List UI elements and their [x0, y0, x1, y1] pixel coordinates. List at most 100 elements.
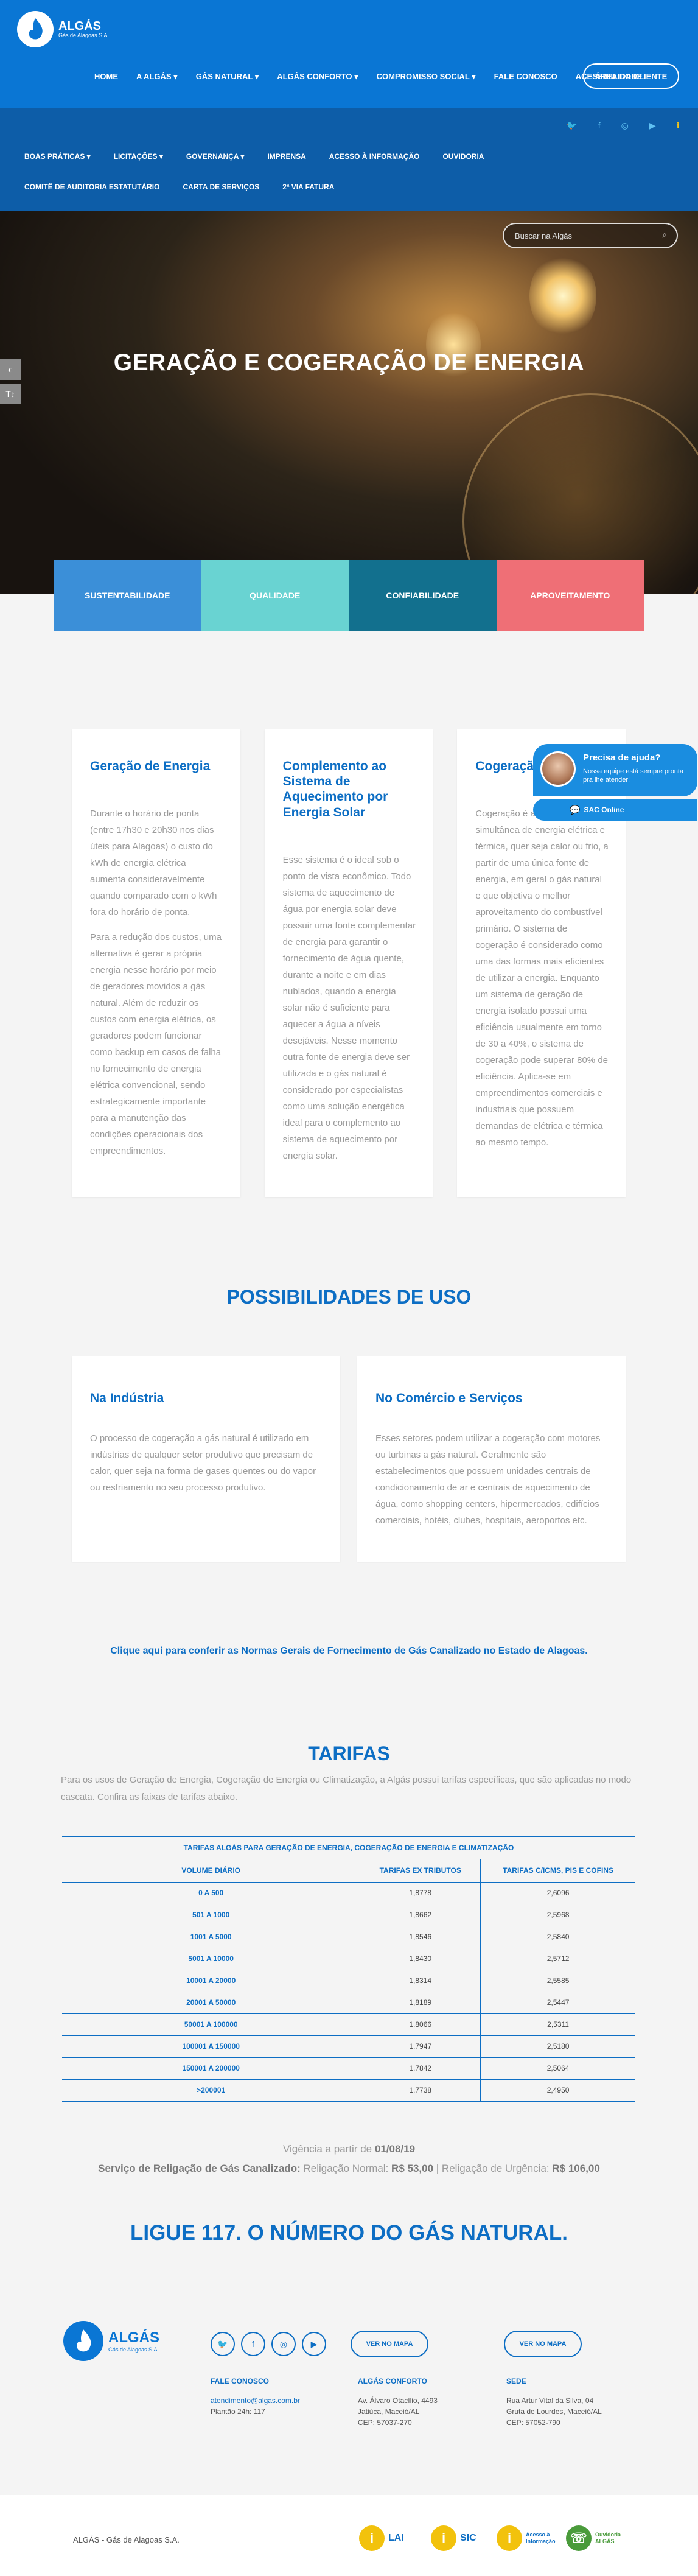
nav-compromisso-social[interactable]: COMPROMISSO SOCIAL ▾ [368, 72, 485, 82]
volume-cell: 150001 A 200000 [62, 2057, 360, 2079]
facebook-icon[interactable]: f [598, 121, 601, 131]
volume-cell: 20001 A 50000 [62, 1991, 360, 2013]
nav-comite-auditoria[interactable]: COMITÊ DE AUDITORIA ESTATUTÁRIO [24, 183, 183, 191]
reconnection-label: Serviço de Religação de Gás Canalizado: [98, 2163, 301, 2174]
tariffs-intro: Para os usos de Geração de Energia, Coge… [61, 1775, 632, 1802]
pillar-confiabilidade: CONFIABILIDADE [349, 560, 497, 631]
sac-online-button[interactable]: 💬 SAC Online [533, 799, 697, 821]
map-button-sede[interactable]: VER NO MAPA [504, 2331, 582, 2357]
tariff-cell: 2,5712 [480, 1947, 635, 1970]
brand-logo[interactable]: ALGÁS Gás de Alagoas S.A. [17, 11, 109, 47]
main-nav: HOME A ALGÁS ▾ GÁS NATURAL ▾ ALGÁS CONFO… [85, 72, 651, 82]
table-row: 5001 A 10000 1,8430 2,5712 [62, 1947, 635, 1970]
card-paragraph: Cogeração é a produção simultânea de ene… [475, 809, 609, 1148]
nav-boas-praticas[interactable]: BOAS PRÁTICAS ▾ [24, 152, 114, 161]
acesso-label: Acesso à Informação [526, 2532, 556, 2544]
address-line: Av. Álvaro Otacílio, 4493 [358, 2396, 438, 2405]
bottom-bar: ALGÁS - Gás de Alagoas S.A. i LAI i SIC iA… [0, 2495, 698, 2576]
copyright: ALGÁS - Gás de Alagoas S.A. [73, 2535, 180, 2544]
search-icon[interactable]: ⌕ [662, 230, 667, 240]
tariff-cell: 1,8314 [360, 1969, 481, 1992]
tariff-cell: 2,5311 [480, 2013, 635, 2035]
nav-a-algas[interactable]: A ALGÁS ▾ [127, 72, 187, 82]
secondary-nav: BOAS PRÁTICAS ▾ LICITAÇÕES ▾ GOVERNANÇA … [24, 152, 657, 191]
contact-email[interactable]: atendimento@algas.com.br [211, 2395, 332, 2406]
validity-date: 01/08/19 [374, 2143, 416, 2155]
ligue-117-banner: LIGUE 117. O NÚMERO DO GÁS NATURAL. [0, 2221, 698, 2245]
card-title: No Comércio e Serviços [375, 1391, 523, 1405]
nav-gas-natural[interactable]: GÁS NATURAL ▾ [187, 72, 268, 82]
search-input[interactable]: Buscar na Algás ⌕ [503, 223, 678, 248]
tariff-cell: 1,8778 [360, 1881, 481, 1904]
address-line: Jatiúca, Maceió/AL [358, 2407, 420, 2416]
card-title: Complemento ao Sistema de Aquecimento po… [282, 759, 388, 819]
nav-algas-conforto[interactable]: ALGÁS CONFORTO ▾ [268, 72, 367, 82]
facebook-icon[interactable]: f [241, 2332, 265, 2356]
reconnection-text: Serviço de Religação de Gás Canalizado: … [0, 2163, 698, 2175]
ouvidoria-icon: ☏ [566, 2525, 592, 2551]
lai-label: LAI [388, 2533, 404, 2543]
tariff-cell: 2,5180 [480, 2035, 635, 2057]
footer-sede: SEDE Rua Artur Vital da Silva, 04 Gruta … [506, 2376, 628, 2428]
tariff-cell: 1,8066 [360, 2013, 481, 2035]
volume-cell: 100001 A 150000 [62, 2035, 360, 2057]
volume-cell: 501 A 1000 [62, 1903, 360, 1926]
lai-badge[interactable]: i LAI [359, 2525, 404, 2551]
footer-logo[interactable]: ALGÁS Gás de Alagoas S.A. [63, 2321, 159, 2361]
tariff-cell: 2,5447 [480, 1991, 635, 2013]
twitter-icon[interactable]: 🐦 [211, 2332, 235, 2356]
sac-label: SAC Online [584, 805, 624, 814]
nav-acesso-informacao[interactable]: ACESSO À INFORMAÇÃO [329, 152, 443, 161]
card-paragraph: Esses setores podem utilizar a cogeração… [375, 1433, 601, 1526]
nav-fale-conosco[interactable]: FALE CONOSCO [485, 72, 567, 82]
font-size-icon[interactable]: T↕ [0, 384, 21, 404]
tariff-cell: 2,5585 [480, 1969, 635, 1992]
youtube-icon[interactable]: ▶ [302, 2332, 326, 2356]
table-row: 1001 A 5000 1,8546 2,5840 [62, 1925, 635, 1948]
footer-col-title: SEDE [506, 2377, 526, 2385]
tariff-cell: 2,5064 [480, 2057, 635, 2079]
sic-badge[interactable]: i SIC [431, 2525, 476, 2551]
ouvidoria-badge[interactable]: ☏ Ouvidoria ALGÁS [566, 2525, 632, 2551]
instagram-icon[interactable]: ◎ [271, 2332, 296, 2356]
column-header: TARIFAS EX TRIBUTOS [360, 1858, 481, 1882]
address-line: CEP: 57037-270 [358, 2418, 412, 2427]
card-title: Na Indústria [90, 1391, 164, 1405]
validity-label: Vigência a partir de [282, 2143, 372, 2155]
table-row: >200001 1,7738 2,4950 [62, 2079, 635, 2102]
nav-home[interactable]: HOME [85, 72, 127, 82]
footer-col-title: ALGÁS CONFORTO [358, 2377, 427, 2385]
nav-carta-servicos[interactable]: CARTA DE SERVIÇOS [183, 183, 282, 191]
pillar-sustentabilidade: SUSTENTABILIDADE [54, 560, 201, 631]
info-icon: i [359, 2525, 385, 2551]
nav-imprensa[interactable]: IMPRENSA [267, 152, 329, 161]
twitter-icon[interactable]: 🐦 [567, 121, 577, 131]
brand-name: ALGÁS [58, 19, 101, 33]
volume-cell: 50001 A 100000 [62, 2013, 360, 2035]
pillars-bar: SUSTENTABILIDADE QUALIDADE CONFIABILIDAD… [54, 560, 644, 631]
sic-label: SIC [460, 2533, 476, 2543]
nav-governanca[interactable]: GOVERNANÇA ▾ [186, 152, 268, 161]
nav-segunda-via[interactable]: 2ª VIA FATURA [282, 183, 357, 191]
nav-ouvidoria[interactable]: OUVIDORIA [442, 152, 507, 161]
info-icon[interactable]: ℹ [677, 121, 680, 131]
chat-bubble[interactable]: Precisa de ajuda? Nossa equipe está semp… [533, 744, 697, 796]
acesso-informacao-badge[interactable]: i Acesso à Informação [497, 2525, 559, 2551]
chat-icon: 💬 [570, 804, 581, 815]
address-line: Gruta de Lourdes, Maceió/AL [506, 2407, 602, 2416]
tariff-cell: 1,7842 [360, 2057, 481, 2079]
volume-cell: 1001 A 5000 [62, 1925, 360, 1948]
table-row: 50001 A 100000 1,8066 2,5311 [62, 2013, 635, 2035]
client-area-button[interactable]: ÁREA DO CLIENTE [583, 63, 679, 89]
youtube-icon[interactable]: ▶ [649, 121, 656, 131]
nav-licitacoes[interactable]: LICITAÇÕES ▾ [114, 152, 186, 161]
map-button-conforto[interactable]: VER NO MAPA [351, 2331, 428, 2357]
secondary-header: 🐦 f ◎ ▶ ℹ BOAS PRÁTICAS ▾ LICITAÇÕES ▾ G… [0, 108, 698, 211]
footer-social-links: 🐦 f ◎ ▶ [211, 2332, 326, 2356]
validity-text: Vigência a partir de 01/08/19 [0, 2143, 698, 2155]
chat-widget[interactable]: Precisa de ajuda? Nossa equipe está semp… [533, 744, 697, 821]
ligue-rest: O NÚMERO DO GÁS NATURAL. [241, 2221, 568, 2245]
norms-link[interactable]: Clique aqui para conferir as Normas Gera… [0, 1646, 698, 1657]
instagram-icon[interactable]: ◎ [621, 121, 629, 131]
info-icon: i [431, 2525, 456, 2551]
